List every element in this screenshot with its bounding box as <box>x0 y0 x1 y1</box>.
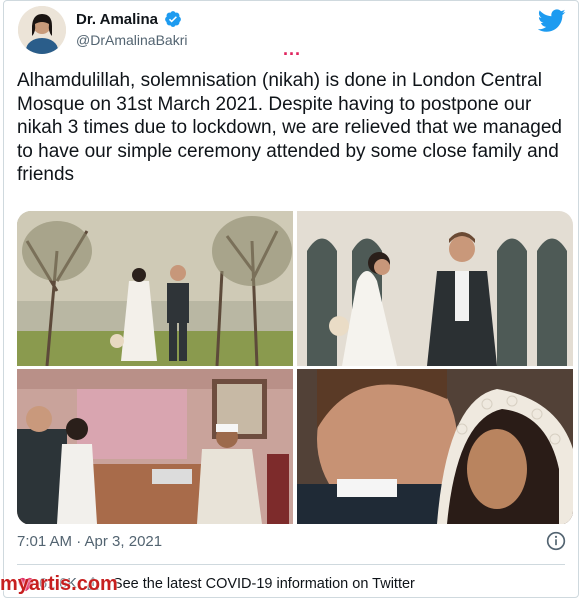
photo-couple-at-mosque[interactable] <box>297 211 573 366</box>
author-handle[interactable]: @DrAmalinaBakri <box>76 32 187 48</box>
twitter-bird-icon[interactable] <box>538 9 566 33</box>
media-grid <box>17 211 573 525</box>
author-display-name[interactable]: Dr. Amalina <box>76 11 158 28</box>
photo-couple-in-park[interactable] <box>17 211 293 366</box>
avatar[interactable] <box>18 6 66 54</box>
tweet-card: Dr. Amalina @DrAmalinaBakri ... Alhamdul… <box>3 0 579 598</box>
divider <box>17 564 565 565</box>
tweet-text: Alhamdulillah, solemnisation (nikah) is … <box>17 70 562 185</box>
verified-badge-icon <box>165 11 181 27</box>
info-icon[interactable] <box>546 531 566 551</box>
tweet-timestamp[interactable]: 7:01 AM · Apr 3, 2021 <box>17 533 162 550</box>
covid-info-link[interactable]: See the latest COVID-19 information on T… <box>113 576 415 592</box>
watermark: myartis.com <box>0 573 118 595</box>
photo-nikah-ceremony-room[interactable] <box>17 369 293 524</box>
photo-closeup-lace-veil[interactable] <box>297 369 573 524</box>
more-indicator: ... <box>283 39 302 59</box>
